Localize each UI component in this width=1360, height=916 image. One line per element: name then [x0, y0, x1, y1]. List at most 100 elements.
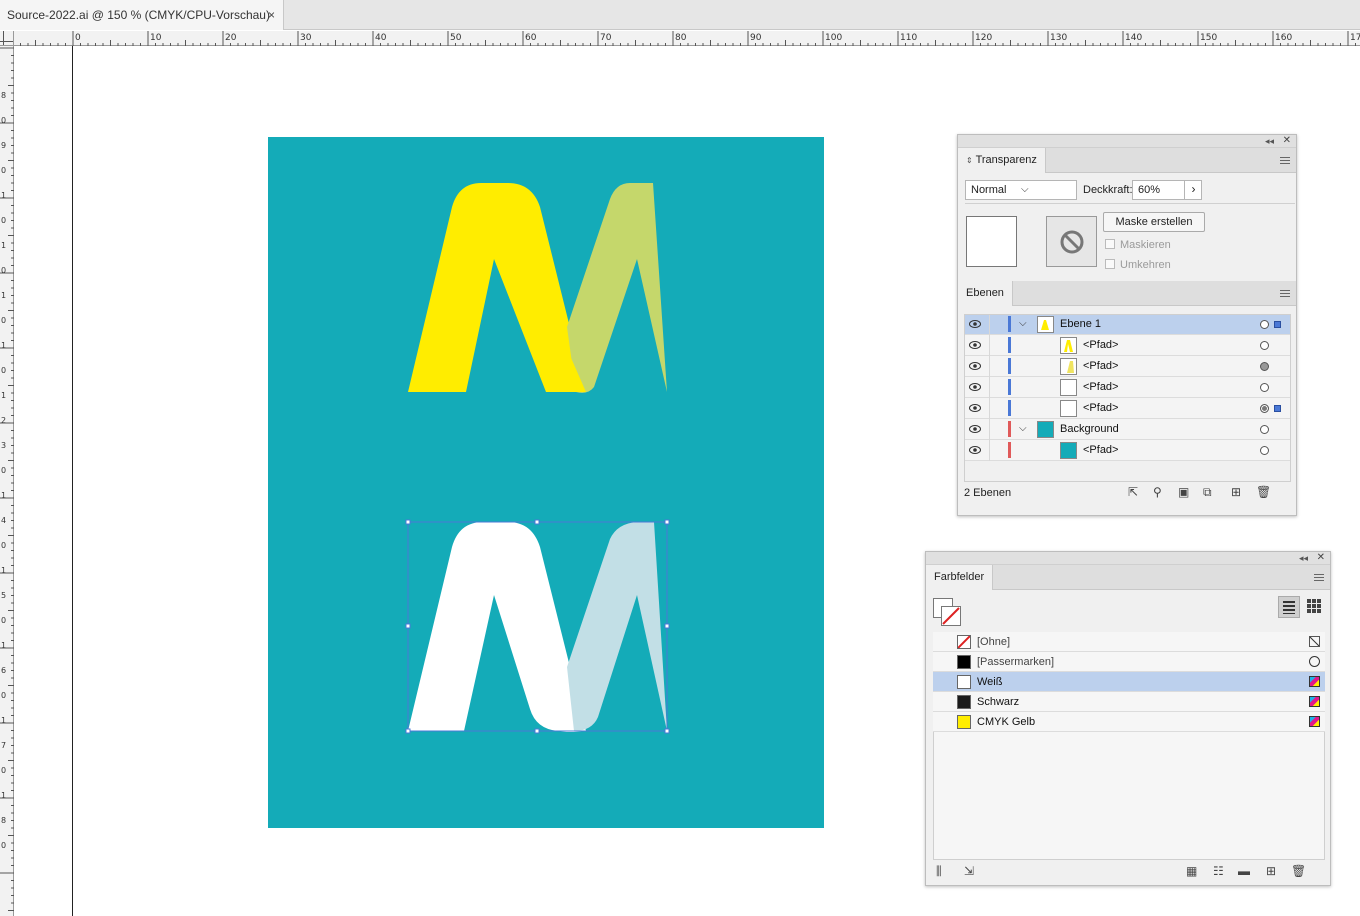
export-icon[interactable]: ⇱: [1128, 485, 1138, 499]
layer-row-pfad[interactable]: <Pfad>: [964, 356, 1291, 377]
swatches-panel: ◂◂ ✕ Farbfelder [Ohne] [Passermarken] We…: [925, 551, 1331, 886]
swatch-row-registration[interactable]: [Passermarken]: [933, 652, 1325, 672]
target-icon[interactable]: [1260, 341, 1269, 350]
ruler-label: 0: [1, 166, 6, 175]
swatch-row-none[interactable]: [Ohne]: [933, 632, 1325, 652]
swatch-row-black[interactable]: Schwarz: [933, 692, 1325, 712]
panel-menu-icon[interactable]: [1280, 157, 1290, 166]
stroke-swatch[interactable]: [941, 606, 961, 626]
target-icon[interactable]: [1260, 362, 1269, 371]
layer-row-pfad[interactable]: <Pfad>: [964, 398, 1291, 419]
ruler-label: 30: [300, 33, 312, 43]
list-view-icon[interactable]: [1278, 596, 1300, 618]
transparency-layers-panel: ◂◂ ✕ ⇕ Transparenz Normal ⌵ Deckkraft: 6…: [957, 134, 1297, 516]
ruler-label: 0: [1, 266, 6, 275]
ruler-label: 5: [1, 591, 6, 600]
layer-name: <Pfad>: [1083, 339, 1119, 351]
new-swatch-icon[interactable]: ⊞: [1266, 864, 1276, 878]
new-sublayer-icon[interactable]: ⧉: [1203, 485, 1212, 500]
panel-menu-icon[interactable]: [1280, 290, 1290, 299]
clip-checkbox[interactable]: [1105, 239, 1115, 249]
layer-thumbnail: [1060, 379, 1077, 396]
eye-icon[interactable]: [969, 362, 981, 370]
ruler-label: 20: [225, 33, 237, 43]
eye-icon[interactable]: [969, 341, 981, 349]
layer-thumbnail: [1037, 316, 1054, 333]
layer-row-pfad[interactable]: <Pfad>: [964, 377, 1291, 398]
collapse-icon[interactable]: ◂◂: [1265, 135, 1274, 147]
ruler-label: 1: [1, 241, 6, 250]
collapse-icon[interactable]: ◂◂: [1299, 552, 1308, 564]
ruler-label: 110: [900, 33, 917, 43]
tab-ebenen[interactable]: Ebenen: [958, 281, 1013, 306]
cmyk-icon: [1309, 676, 1320, 687]
artwork[interactable]: [268, 137, 824, 828]
mask-thumbnail[interactable]: [1046, 216, 1097, 267]
eye-icon[interactable]: [969, 320, 981, 328]
place-swatches-icon[interactable]: ⇲: [964, 864, 974, 878]
close-tab-icon[interactable]: ×: [268, 8, 275, 22]
trash-icon[interactable]: 🗑: [1291, 864, 1306, 878]
swatch-library-icon[interactable]: ⫼: [936, 864, 942, 879]
invert-checkbox[interactable]: [1105, 259, 1115, 269]
target-icon[interactable]: [1260, 446, 1269, 455]
registration-icon: [1309, 656, 1320, 667]
swatch-row-white[interactable]: Weiß: [933, 672, 1325, 692]
ruler-label: 0: [1, 316, 6, 325]
ruler-label: 0: [75, 33, 81, 43]
document-tab[interactable]: Source-2022.ai @ 150 % (CMYK/CPU-Vorscha…: [0, 0, 284, 30]
ruler-label: 1: [1, 566, 6, 575]
trash-icon[interactable]: 🗑: [1256, 485, 1271, 499]
artboard[interactable]: [268, 137, 824, 828]
chevron-down-icon[interactable]: ⌵: [1019, 423, 1027, 434]
eye-icon[interactable]: [969, 446, 981, 454]
panel-menu-icon[interactable]: [1314, 574, 1324, 583]
tab-farbfelder[interactable]: Farbfelder: [926, 565, 994, 590]
swatch-name: [Passermarken]: [977, 656, 1055, 668]
layer-row-background[interactable]: ⌵ Background: [964, 419, 1291, 440]
ruler-origin[interactable]: [0, 31, 14, 46]
tab-transparenz[interactable]: ⇕ Transparenz: [958, 148, 1046, 173]
close-panel-icon[interactable]: ✕: [1317, 552, 1325, 564]
search-icon[interactable]: ⚲: [1153, 485, 1162, 499]
create-mask-button[interactable]: Maske erstellen: [1103, 212, 1205, 232]
swatch-options-icon[interactable]: ☷: [1213, 864, 1224, 878]
ruler-label: 1: [1, 391, 6, 400]
ruler-label: 0: [1, 616, 6, 625]
chevron-down-icon[interactable]: ⌵: [1019, 318, 1027, 329]
selection-indicator-icon[interactable]: [1274, 405, 1281, 412]
new-layer-icon[interactable]: ⊞: [1231, 485, 1241, 499]
ruler-label: 160: [1275, 33, 1292, 43]
eye-icon[interactable]: [969, 404, 981, 412]
target-icon[interactable]: [1260, 320, 1269, 329]
opacity-arrow-icon[interactable]: ›: [1184, 180, 1202, 200]
swatch-row-yellow[interactable]: CMYK Gelb: [933, 712, 1325, 732]
new-folder-icon[interactable]: ▬: [1238, 864, 1250, 878]
eye-icon[interactable]: [969, 425, 981, 433]
close-panel-icon[interactable]: ✕: [1283, 135, 1291, 147]
ruler-label: 50: [450, 33, 462, 43]
eye-icon[interactable]: [969, 383, 981, 391]
olive-m-shape: [567, 183, 667, 393]
swatches-footer: ⫼ ⇲ ▦ ☷ ▬ ⊞ 🗑: [926, 862, 1330, 884]
clipping-mask-icon[interactable]: ▣: [1178, 485, 1189, 499]
layer-row-ebene-1[interactable]: ⌵ Ebene 1: [964, 314, 1291, 335]
swatch-kind-icon[interactable]: ▦: [1186, 864, 1197, 878]
layer-name: <Pfad>: [1083, 381, 1119, 393]
target-icon[interactable]: [1260, 383, 1269, 392]
swatch-name: Weiß: [977, 676, 1003, 688]
layer-name: Background: [1060, 423, 1119, 435]
target-icon[interactable]: [1260, 425, 1269, 434]
horizontal-ruler[interactable]: 0 10 20 30 40 50 60 70 80 90 100 110 120 130 140 150 160…: [14, 31, 1360, 46]
ruler-label: 100: [825, 33, 842, 43]
blend-mode-select[interactable]: Normal ⌵: [965, 180, 1077, 200]
selection-indicator-icon[interactable]: [1274, 321, 1281, 328]
vertical-ruler[interactable]: 8 0 9 0 1 0 1 0 1 0 1 0 1 2 3 0 1 4 0 1 5 0 1 6 0 1 7 0 1 8 0: [0, 46, 14, 916]
layer-name: <Pfad>: [1083, 444, 1119, 456]
layer-row-pfad[interactable]: <Pfad>: [964, 440, 1291, 461]
layer-row-pfad[interactable]: <Pfad>: [964, 335, 1291, 356]
grid-view-icon[interactable]: [1304, 596, 1326, 618]
updown-icon: ⇕: [966, 156, 973, 165]
object-thumbnail[interactable]: [966, 216, 1017, 267]
target-icon[interactable]: [1260, 404, 1269, 413]
